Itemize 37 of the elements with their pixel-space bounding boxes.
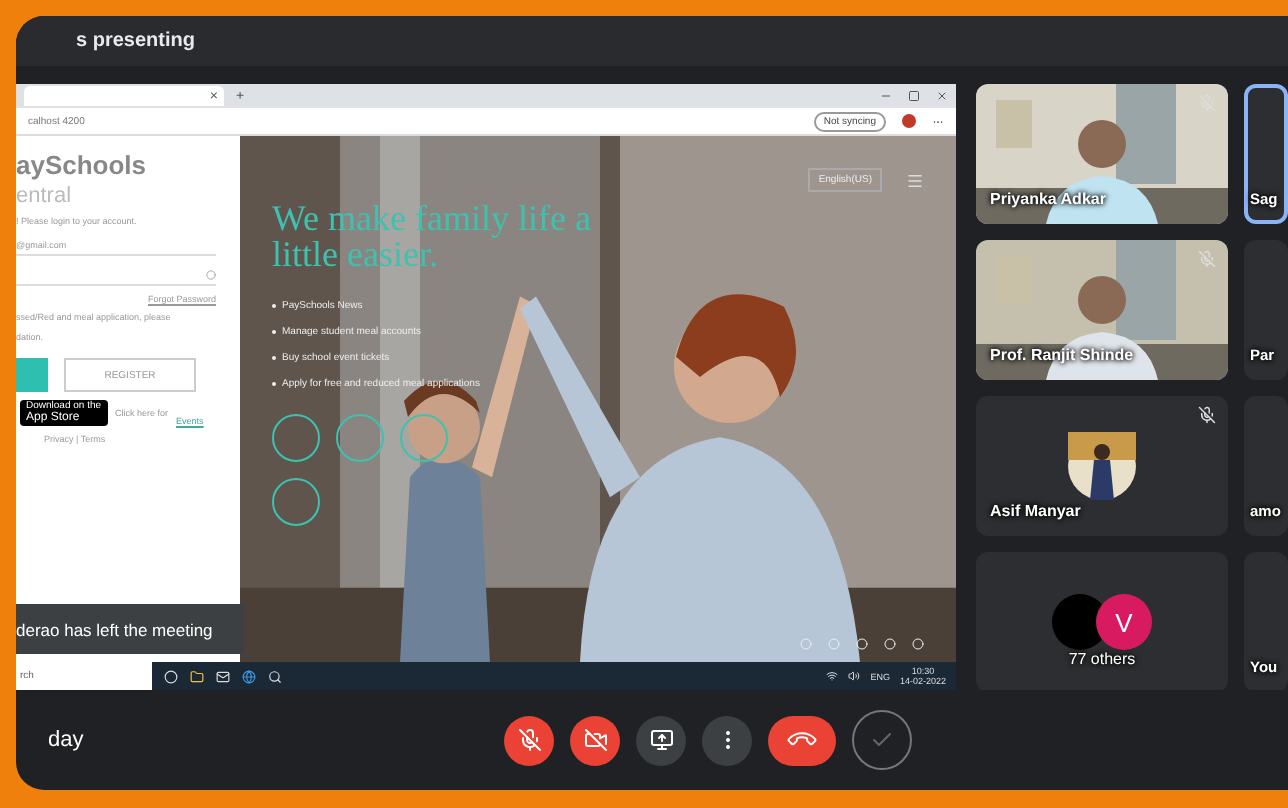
- brand-name: aySchools: [16, 152, 149, 178]
- check-button[interactable]: [852, 710, 912, 770]
- participant-tile[interactable]: Asif Manyar: [976, 396, 1228, 536]
- present-icon: [649, 728, 673, 752]
- participant-name: 77 others: [1068, 650, 1136, 672]
- meeting-name: day: [48, 728, 86, 752]
- participant-tile[interactable]: Priyanka Adkar: [976, 84, 1228, 224]
- feature-icon: [272, 478, 320, 526]
- present-button[interactable]: [636, 715, 686, 765]
- folder-icon[interactable]: [190, 669, 204, 683]
- camera-off-icon: [583, 728, 607, 752]
- brand-name: entral: [16, 186, 74, 208]
- feature-icon: [272, 414, 320, 462]
- presenting-title: s presenting: [76, 30, 195, 52]
- feature-icon: [336, 414, 384, 462]
- leave-button[interactable]: [768, 715, 836, 765]
- browser-icon[interactable]: [242, 669, 256, 683]
- mic-button[interactable]: [504, 715, 554, 765]
- password-field[interactable]: [16, 264, 216, 287]
- mail-icon[interactable]: [216, 669, 230, 683]
- search-icon[interactable]: [268, 669, 282, 683]
- cortana-icon[interactable]: [164, 669, 178, 683]
- notification-text: derao has left the meeting: [16, 619, 213, 639]
- hero-headline: We make family life a little easier.: [272, 200, 593, 272]
- participant-avatar: V: [1096, 594, 1152, 650]
- mic-off-icon: [517, 728, 541, 752]
- feature-icon: [400, 414, 448, 462]
- volume-icon[interactable]: [848, 670, 861, 682]
- participant-name: Priyanka Adkar: [988, 190, 1106, 212]
- camera-button[interactable]: [570, 715, 620, 765]
- participant-tile[interactable]: V 77 others: [976, 552, 1228, 690]
- maximize-icon[interactable]: [908, 90, 920, 102]
- wifi-icon[interactable]: [826, 670, 839, 682]
- profile-avatar[interactable]: [902, 114, 916, 128]
- participant-name: Asif Manyar: [988, 502, 1081, 524]
- close-icon[interactable]: [936, 90, 948, 102]
- check-icon: [870, 728, 894, 752]
